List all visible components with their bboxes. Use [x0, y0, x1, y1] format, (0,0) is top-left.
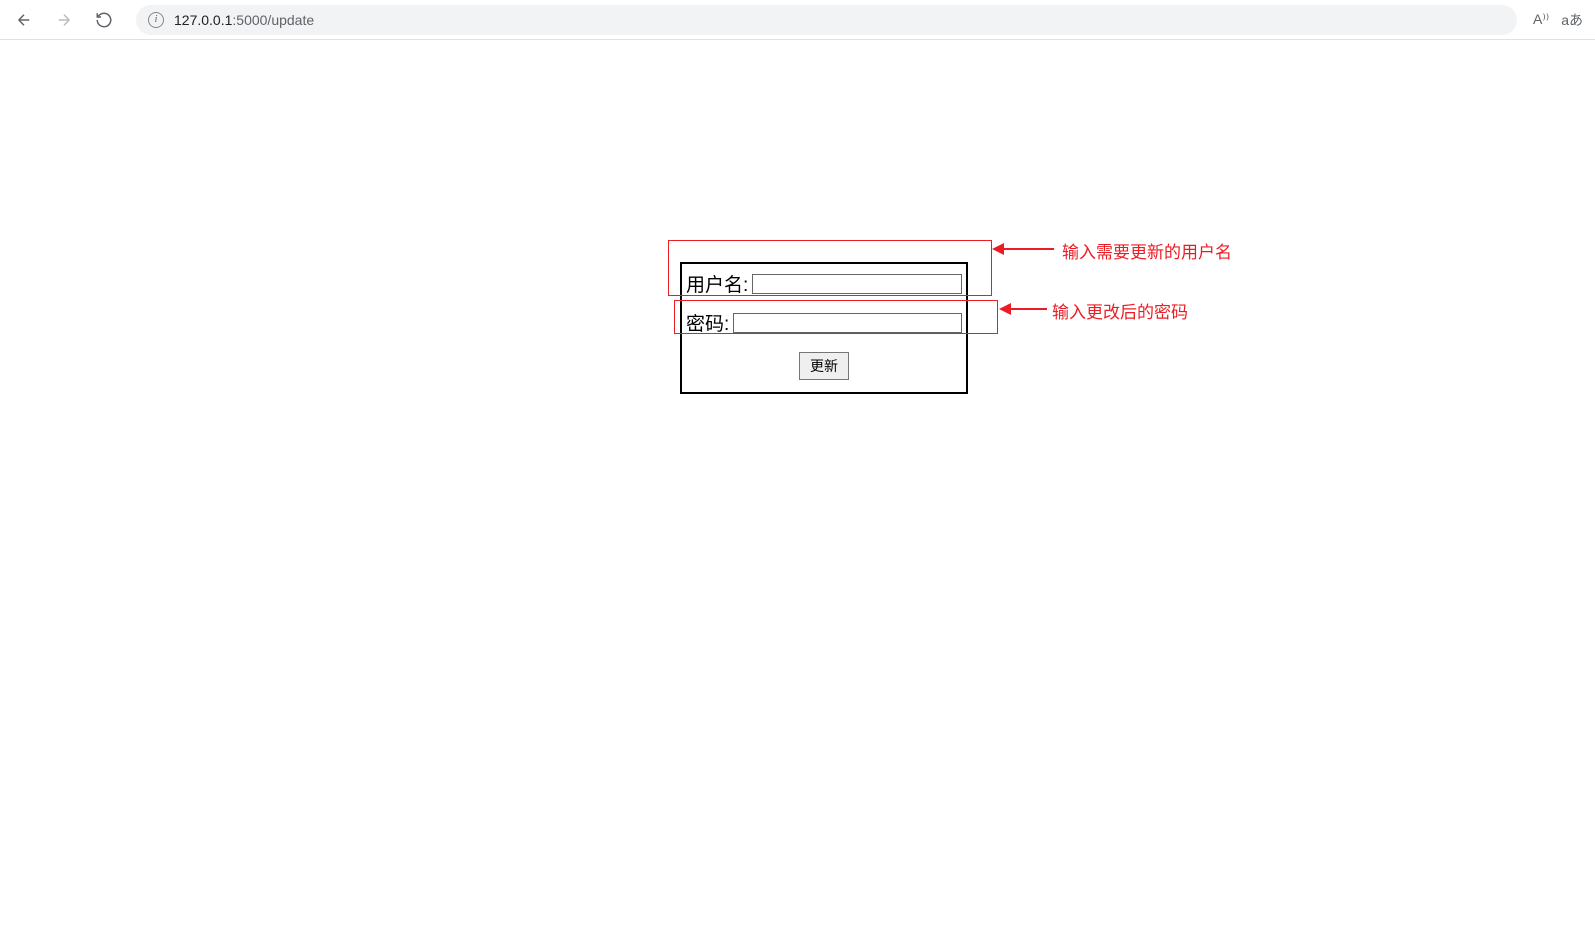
annotation-arrow-1 [992, 239, 1054, 259]
annotation-text-2: 输入更改后的密码 [1052, 298, 1188, 323]
toolbar-right: A⁾⁾ aあ [1533, 10, 1587, 30]
annotation-arrow-2 [999, 299, 1047, 319]
back-icon [15, 11, 33, 29]
url-host: 127.0.0.1 [174, 12, 232, 28]
username-label: 用户名: [686, 270, 748, 297]
url-path: :5000/update [232, 12, 314, 28]
read-aloud-icon[interactable]: A⁾⁾ [1533, 11, 1549, 28]
password-input[interactable] [733, 313, 962, 333]
refresh-button[interactable] [88, 4, 120, 36]
refresh-icon [95, 11, 113, 29]
address-bar[interactable]: i 127.0.0.1:5000/update [136, 5, 1517, 35]
site-info-icon[interactable]: i [148, 12, 164, 28]
page-content: 用户名: 密码: 更新 输入需要更新的用户名 输入更改后的密码 [0, 40, 1595, 952]
password-label: 密码: [686, 309, 729, 336]
password-row: 密码: [682, 303, 966, 342]
username-row: 用户名: [682, 264, 966, 303]
update-button[interactable]: 更新 [799, 352, 849, 380]
update-form: 用户名: 密码: 更新 [680, 262, 968, 394]
username-input[interactable] [752, 274, 962, 294]
forward-icon [55, 11, 73, 29]
button-row: 更新 [682, 342, 966, 392]
translate-icon[interactable]: aあ [1561, 10, 1583, 30]
annotation-text-1: 输入需要更新的用户名 [1062, 238, 1232, 263]
forward-button[interactable] [48, 4, 80, 36]
browser-toolbar: i 127.0.0.1:5000/update A⁾⁾ aあ [0, 0, 1595, 40]
back-button[interactable] [8, 4, 40, 36]
url-text: 127.0.0.1:5000/update [174, 12, 314, 28]
